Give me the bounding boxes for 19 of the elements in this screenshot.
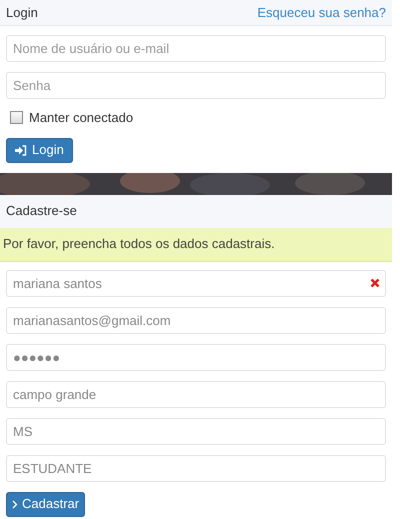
login-title: Login	[6, 4, 38, 22]
input-field[interactable]: Senha	[6, 72, 386, 99]
alert-text: Por favor, preencha todos os dados cadastrais.	[3, 235, 275, 254]
remember-checkbox[interactable]	[10, 111, 23, 124]
input-field[interactable]: campo grande	[6, 380, 386, 408]
remember-label: Manter conectado	[29, 109, 134, 127]
input-field[interactable]: ESTUDANTE	[6, 454, 386, 482]
login-button[interactable]: Login	[6, 138, 73, 162]
sign-in-icon	[15, 144, 27, 156]
input-field[interactable]: MS	[6, 418, 386, 444]
input-field[interactable]: Nome de usuário ou e-mail	[6, 35, 386, 62]
register-button[interactable]: Cadastrar	[6, 492, 86, 516]
register-title: Cadastre-se	[6, 202, 77, 220]
input-field[interactable]: ●●●●●●	[6, 344, 386, 370]
forgot-password-link[interactable]: Esqueceu sua senha?	[257, 2, 386, 22]
input-field[interactable]: marianasantos@gmail.com	[6, 306, 386, 334]
error-icon	[370, 278, 380, 288]
chevron-icon	[12, 500, 18, 508]
input-field[interactable]: mariana santos	[6, 270, 386, 296]
